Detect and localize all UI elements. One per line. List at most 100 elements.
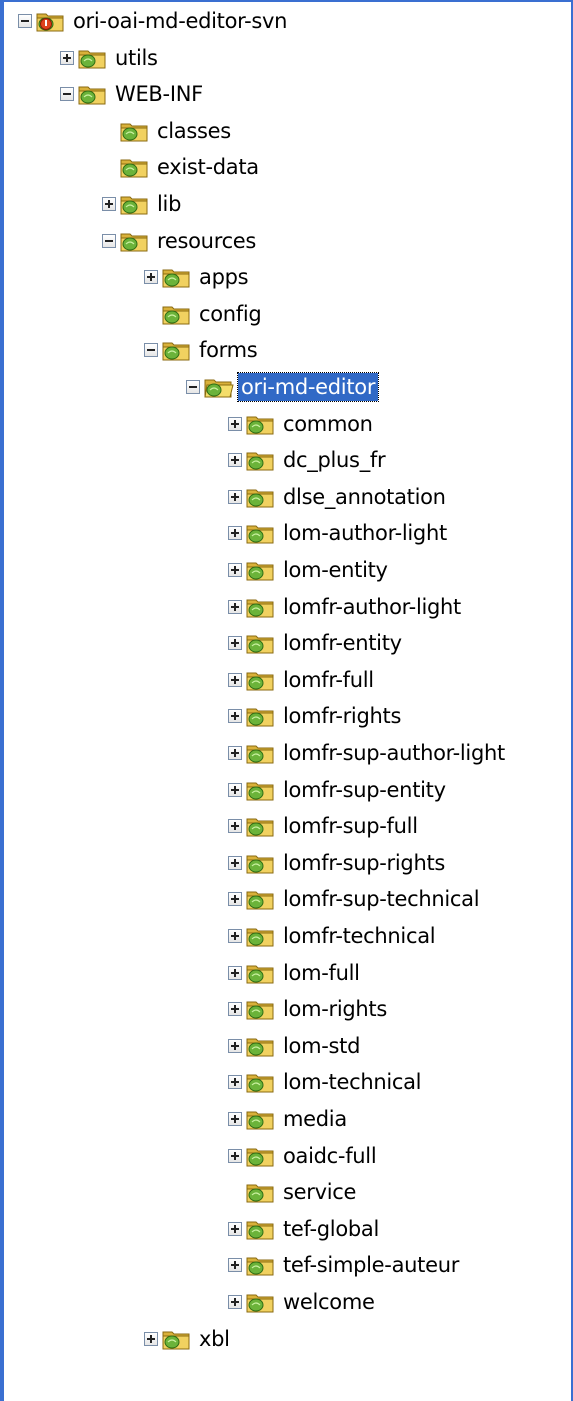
expand-icon[interactable] [228,1295,242,1309]
tree-node-label[interactable]: classes [154,117,234,145]
expand-icon[interactable] [228,416,242,431]
tree-node-label[interactable]: WEB-INF [112,80,206,108]
expand-icon[interactable] [228,929,242,943]
expand-icon[interactable] [228,709,242,724]
tree-node[interactable]: media [0,1102,573,1138]
expand-icon[interactable] [228,1112,242,1126]
tree-node[interactable]: apps [0,260,573,296]
tree-node[interactable]: lom-technical [0,1065,573,1101]
expand-icon[interactable] [102,197,116,211]
expand-icon[interactable] [228,1002,242,1017]
tree-node[interactable]: lomfr-full [0,663,573,699]
tree-node[interactable]: classes [0,114,573,150]
tree-node-label[interactable]: lom-technical [280,1068,424,1096]
expand-icon[interactable] [228,1221,242,1236]
collapse-icon[interactable] [144,343,158,358]
tree-node-label[interactable]: lomfr-sup-full [280,812,421,840]
expand-icon[interactable] [228,563,242,577]
expand-icon[interactable] [228,782,242,797]
expand-icon[interactable] [228,526,242,541]
tree-node-label[interactable]: lomfr-technical [280,922,438,950]
collapse-icon[interactable] [102,233,116,248]
expand-icon[interactable] [144,270,158,285]
tree-node-label[interactable]: media [280,1105,350,1133]
tree-node[interactable]: ori-md-editor [0,370,573,406]
tree-node-label[interactable]: lomfr-sup-technical [280,885,482,913]
tree-node[interactable]: dc_plus_fr [0,443,573,479]
expand-icon[interactable] [228,1038,242,1053]
tree-node[interactable]: lom-entity [0,553,573,589]
expand-icon[interactable] [228,453,242,468]
collapse-icon[interactable] [18,14,32,28]
expand-icon[interactable] [228,892,242,907]
tree-node-label[interactable]: config [196,300,264,328]
tree-node[interactable]: lomfr-sup-entity [0,773,573,809]
tree-node[interactable]: lomfr-technical [0,919,573,955]
expand-icon[interactable] [228,746,242,760]
tree-node[interactable]: lom-std [0,1029,573,1065]
expand-icon[interactable] [228,1075,242,1090]
tree-node-label[interactable]: lom-entity [280,556,391,584]
tree-node-label[interactable]: lom-author-light [280,519,450,547]
expand-icon[interactable] [228,855,242,870]
tree-node[interactable]: lomfr-sup-full [0,809,573,845]
tree-node[interactable]: lomfr-sup-author-light [0,736,573,772]
tree-node-label[interactable]: dlse_annotation [280,483,449,511]
tree-node-label[interactable]: welcome [280,1288,378,1316]
tree-node[interactable]: dlse_annotation [0,480,573,516]
tree-node-label[interactable]: lomfr-sup-author-light [280,739,508,767]
tree-node-label[interactable]: common [280,410,376,438]
tree-node-label[interactable]: service [280,1178,359,1206]
tree-node-label[interactable]: tef-simple-auteur [280,1251,462,1279]
tree-node-label[interactable]: utils [112,44,161,72]
tree-node[interactable]: lom-full [0,956,573,992]
tree-node-label[interactable]: oaidc-full [280,1142,379,1170]
tree-node[interactable]: lomfr-sup-technical [0,882,573,918]
collapse-icon[interactable] [186,380,200,394]
expand-icon[interactable] [228,1258,242,1273]
expand-icon[interactable] [228,636,242,651]
tree-node[interactable]: common [0,407,573,443]
tree-node-label[interactable]: xbl [196,1325,233,1353]
tree-node-label[interactable]: lomfr-rights [280,702,404,730]
expand-icon[interactable] [228,1148,242,1163]
expand-icon[interactable] [228,599,242,614]
expand-icon[interactable] [228,819,242,834]
tree-node[interactable]: lomfr-rights [0,699,573,735]
tree-node-label[interactable]: lom-rights [280,995,390,1023]
tree-node-label[interactable]: lib [154,190,184,218]
tree-node-label[interactable]: exist-data [154,153,262,181]
tree-node[interactable]: config [0,297,573,333]
expand-icon[interactable] [228,672,242,687]
expand-icon[interactable] [228,965,242,980]
tree-node-label[interactable]: lomfr-author-light [280,593,464,621]
tree-node[interactable]: WEB-INF [0,77,573,113]
tree-node[interactable]: ori-oai-md-editor-svn [0,4,573,40]
expand-icon[interactable] [60,50,74,65]
tree-node[interactable]: forms [0,333,573,369]
tree-node[interactable]: tef-simple-auteur [0,1248,573,1284]
tree-node[interactable]: resources [0,224,573,260]
tree-node[interactable]: oaidc-full [0,1139,573,1175]
tree-node-label[interactable]: lomfr-full [280,666,377,694]
tree-node-label[interactable]: lomfr-sup-rights [280,849,448,877]
tree-node[interactable]: welcome [0,1285,573,1321]
tree-node-label[interactable]: lomfr-entity [280,629,405,657]
tree-node-label[interactable]: lom-std [280,1032,363,1060]
tree-node-label[interactable]: ori-md-editor [236,372,380,402]
tree-node[interactable]: utils [0,41,573,77]
tree-node[interactable]: lomfr-entity [0,626,573,662]
tree-node[interactable]: lomfr-sup-rights [0,846,573,882]
tree-node[interactable]: service [0,1175,573,1211]
tree-node[interactable]: lom-rights [0,992,573,1028]
collapse-icon[interactable] [60,87,74,102]
tree-node-label[interactable]: lom-full [280,959,363,987]
tree-node[interactable]: tef-global [0,1212,573,1248]
tree-node-label[interactable]: ori-oai-md-editor-svn [70,7,290,35]
tree-node-label[interactable]: dc_plus_fr [280,446,388,474]
tree-node-label[interactable]: resources [154,227,259,255]
tree-node[interactable]: lomfr-author-light [0,590,573,626]
tree-node-label[interactable]: lomfr-sup-entity [280,776,449,804]
tree-node[interactable]: xbl [0,1322,573,1358]
tree-node[interactable]: lib [0,187,573,223]
